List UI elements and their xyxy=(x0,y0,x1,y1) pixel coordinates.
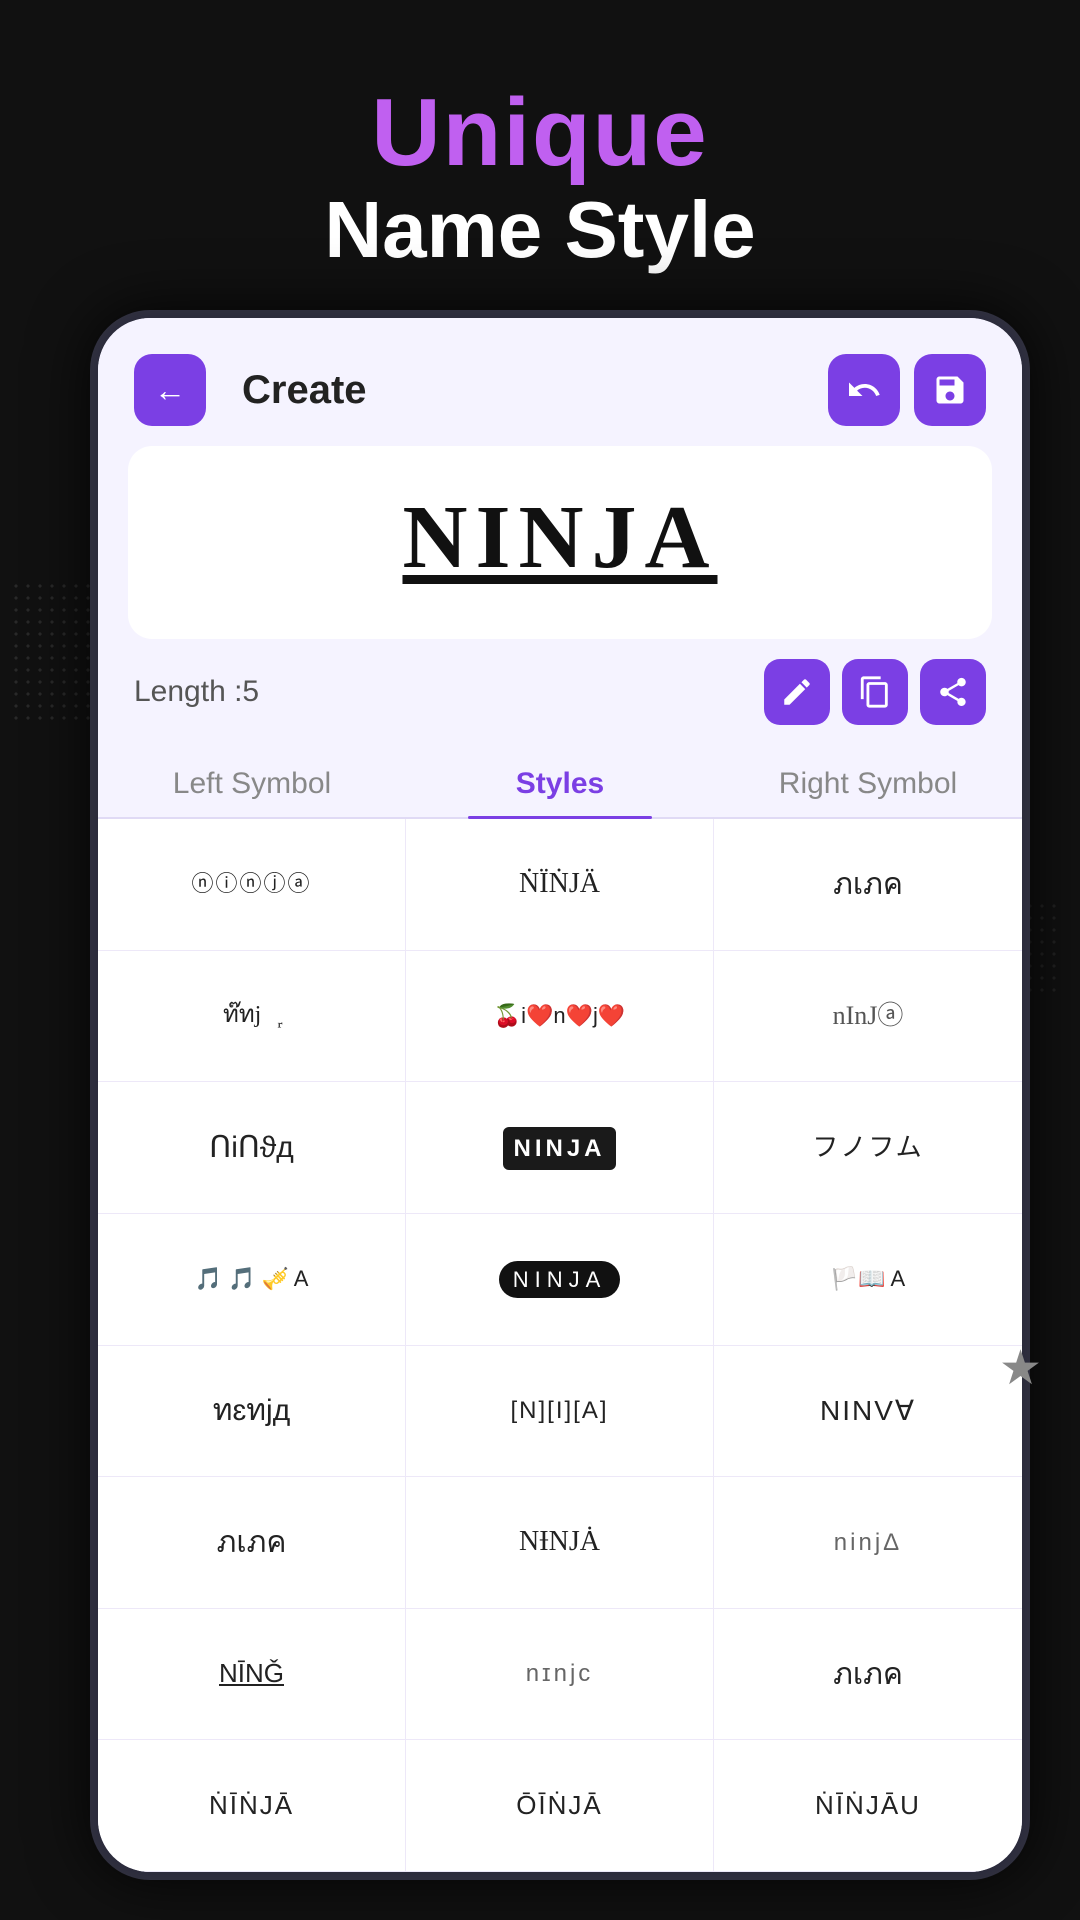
style-item-13[interactable]: [N][I][A] xyxy=(406,1346,714,1478)
styles-grid: ⓝⓘⓝⓙⓐ ṄÏṄJÄ ภเภค ท๊ทjล᷊ 🍒i❤️n❤️j❤️ nInJⓐ xyxy=(98,819,1022,1872)
phone-inner: ← Create xyxy=(98,318,1022,1872)
copy-icon xyxy=(858,675,892,709)
app-subtitle: Name Style xyxy=(0,186,1080,274)
toolbar-row: Length :5 xyxy=(98,639,1022,735)
style-item-3[interactable]: ท๊ทjล᷊ xyxy=(98,951,406,1083)
preview-area: NINJA xyxy=(128,446,992,639)
star-badge: ★ xyxy=(999,1340,1042,1396)
top-bar: ← Create xyxy=(98,318,1022,446)
edit-icon xyxy=(780,675,814,709)
undo-icon xyxy=(846,372,882,408)
save-icon xyxy=(932,372,968,408)
style-item-15[interactable]: ภเภค xyxy=(98,1477,406,1609)
style-item-21[interactable]: ṄĪṄJĀ xyxy=(98,1740,406,1872)
copy-button[interactable] xyxy=(842,659,908,725)
back-arrow-icon: ← xyxy=(154,372,186,409)
share-icon xyxy=(936,675,970,709)
style-item-16[interactable]: NƗNJȦ xyxy=(406,1477,714,1609)
style-item-7[interactable]: NINJA xyxy=(406,1082,714,1214)
style-item-0[interactable]: ⓝⓘⓝⓙⓐ xyxy=(98,819,406,951)
undo-button[interactable] xyxy=(828,354,900,426)
length-label: Length :5 xyxy=(134,675,259,709)
tab-styles[interactable]: Styles xyxy=(406,745,714,817)
style-item-6[interactable]: ՈiՈϑд xyxy=(98,1082,406,1214)
top-bar-left: ← Create xyxy=(134,354,367,426)
header-section: Unique Name Style xyxy=(0,80,1080,274)
style-item-10[interactable]: NINJA xyxy=(406,1214,714,1346)
style-item-2[interactable]: ภเภค xyxy=(714,819,1022,951)
bg-dots-left xyxy=(10,580,90,720)
app-content: ← Create xyxy=(98,318,1022,1872)
save-button[interactable] xyxy=(914,354,986,426)
app-title: Unique xyxy=(0,80,1080,186)
preview-text: NINJA xyxy=(402,486,717,589)
toolbar-icons xyxy=(764,659,986,725)
share-button[interactable] xyxy=(920,659,986,725)
style-item-4[interactable]: 🍒i❤️n❤️j❤️ xyxy=(406,951,714,1083)
top-bar-right xyxy=(828,354,986,426)
edit-button[interactable] xyxy=(764,659,830,725)
tab-right-symbol[interactable]: Right Symbol xyxy=(714,745,1022,817)
style-item-11[interactable]: 🏳️📖 A xyxy=(714,1214,1022,1346)
style-item-8[interactable]: フノフム xyxy=(714,1082,1022,1214)
back-button[interactable]: ← xyxy=(134,354,206,426)
style-item-19[interactable]: nɪnjc xyxy=(406,1609,714,1741)
style-item-17[interactable]: ninjΔ xyxy=(714,1477,1022,1609)
phone-frame: ← Create xyxy=(90,310,1030,1880)
style-item-5[interactable]: nInJⓐ xyxy=(714,951,1022,1083)
tabs-row: Left Symbol Styles Right Symbol xyxy=(98,745,1022,819)
style-item-18[interactable]: NĪNǦ xyxy=(98,1609,406,1741)
tab-left-symbol[interactable]: Left Symbol xyxy=(98,745,406,817)
style-item-1[interactable]: ṄÏṄJÄ xyxy=(406,819,714,951)
style-item-20[interactable]: ภเภค xyxy=(714,1609,1022,1741)
style-item-12[interactable]: ทɛทjд xyxy=(98,1346,406,1478)
style-item-23[interactable]: ṄĪṄJĀU xyxy=(714,1740,1022,1872)
style-item-14[interactable]: NINV∀ xyxy=(714,1346,1022,1478)
style-item-9[interactable]: 🎵 🎵 🎺 A xyxy=(98,1214,406,1346)
style-item-22[interactable]: ŌĪṄJĀ xyxy=(406,1740,714,1872)
create-label: Create xyxy=(242,368,367,413)
